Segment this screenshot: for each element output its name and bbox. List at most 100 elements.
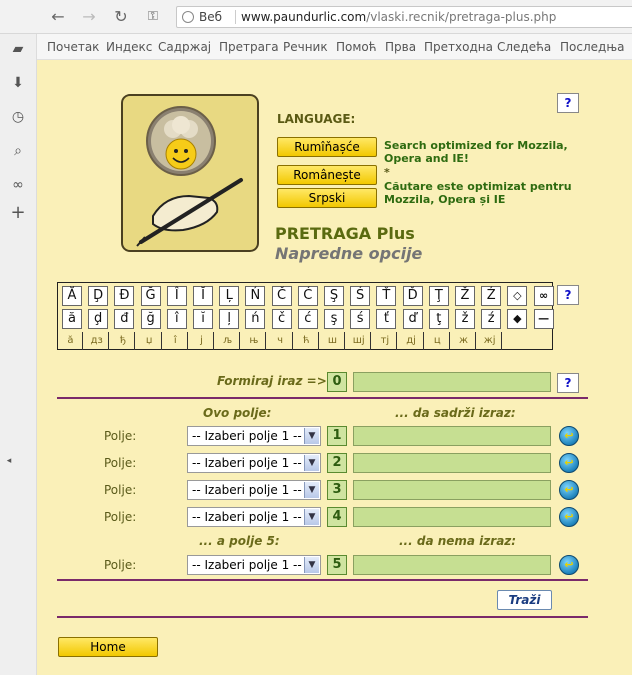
char-key-lower[interactable]: č [271,309,292,329]
char-key-lower[interactable]: ĭ [193,309,213,329]
char-key-lower[interactable]: ḑ [88,309,109,329]
number-badge-0: 0 [327,372,347,392]
char-key-upper[interactable]: Ć [297,286,318,306]
search-icon[interactable]: ⌕ [9,142,27,160]
cyrillic-equivalent: ш [321,332,345,350]
menu-item-recnik[interactable]: Речник [283,40,328,54]
help-button[interactable]: ? [557,93,579,113]
cyrillic-equivalent: ă [59,332,83,350]
char-key-lower[interactable]: ş [324,309,344,329]
field-select-1[interactable]: -- Izaberi polje 1 -- ▼ [187,426,321,446]
notes-icon[interactable]: ▰ [9,40,27,58]
field-select-4[interactable]: -- Izaberi polje 1 -- ▼ [187,507,321,527]
char-key-upper[interactable]: Ź [481,286,502,306]
expression-field-3[interactable] [353,480,551,500]
lang-button-romanian[interactable]: Românește [277,165,377,185]
download-icon[interactable]: ⬇ [9,74,27,92]
char-key-lower[interactable]: ţ [428,309,449,329]
collapse-arrow-icon[interactable]: ◂ [0,452,18,470]
char-key-upper[interactable]: Ĭ [193,286,213,306]
chevron-down-icon[interactable]: ▼ [304,557,319,573]
insert-arrow-icon[interactable]: ↩ [559,426,579,446]
menu-item-sledeca[interactable]: Следећа [497,40,551,54]
divider [57,616,588,618]
expression-help-button[interactable]: ? [557,373,579,393]
char-key-upper[interactable]: Ă [62,286,82,306]
char-key-upper[interactable]: Ţ [428,286,449,306]
char-key-upper[interactable]: Ď [402,286,423,306]
char-key-lower[interactable]: ś [350,309,371,329]
chevron-down-icon[interactable]: ▼ [304,455,319,471]
address-bar[interactable]: Веб www.paundurlic.com/vlaski.recnik/pre… [176,6,632,28]
field-label: Polje: [104,510,137,524]
menu-item-indeks[interactable]: Индекс [106,40,152,54]
char-key-lower[interactable]: ź [481,309,502,329]
expression-field-1[interactable] [353,426,551,446]
menu-item-pocetak[interactable]: Почетак [47,40,99,54]
char-key-upper[interactable]: Ž [455,286,475,306]
char-key-upper[interactable]: Ť [376,286,397,306]
expression-field-4[interactable] [353,507,551,527]
char-key-lower[interactable]: ă [62,309,82,329]
lang-button-serbian[interactable]: Srpski [277,188,377,208]
insert-arrow-icon[interactable]: ↩ [559,453,579,473]
char-key-lower[interactable]: ť [376,309,397,329]
cyrillic-equivalent: шj [347,332,372,350]
keyboard-help-button[interactable]: ? [557,285,579,305]
char-key-upper[interactable]: Ş [324,286,344,306]
key-icon[interactable]: ⚿ [143,7,163,27]
char-key-lower[interactable]: đ [114,309,135,329]
char-key-lower[interactable]: ğ [140,309,161,329]
field-select-2[interactable]: -- Izaberi polje 1 -- ▼ [187,453,321,473]
char-key-upper[interactable]: Î [166,286,187,306]
char-key-upper[interactable]: Ļ [219,286,240,306]
char-key-lower[interactable]: î [166,309,187,329]
char-key-lower[interactable]: ć [297,309,318,329]
char-key-upper[interactable]: ∞ [533,286,554,306]
insert-arrow-icon[interactable]: ↩ [559,507,579,527]
number-badge-4: 4 [327,507,347,527]
url-text: www.paundurlic.com/vlaski.recnik/pretrag… [241,7,556,27]
chevron-down-icon[interactable]: ▼ [304,509,319,525]
forward-icon[interactable]: → [79,7,99,27]
char-key-upper[interactable]: Đ [114,286,135,306]
chevron-down-icon[interactable]: ▼ [304,428,319,444]
home-button[interactable]: Home [58,637,158,657]
field-select-5[interactable]: -- Izaberi polje 1 -- ▼ [187,555,321,575]
menu-item-prva[interactable]: Прва [385,40,416,54]
insert-arrow-icon[interactable]: ↩ [559,555,579,575]
char-key-lower[interactable]: ď [402,309,423,329]
char-key-upper[interactable]: Ğ [140,286,161,306]
chevron-down-icon[interactable]: ▼ [304,482,319,498]
char-key-lower[interactable]: — [533,309,554,329]
insert-arrow-icon[interactable]: ↩ [559,480,579,500]
char-key-lower[interactable]: ń [245,309,266,329]
menu-item-poslednja[interactable]: Последња [560,40,624,54]
number-badge-3: 3 [327,480,347,500]
cyrillic-equivalent: љ [216,332,241,350]
expression-field-0[interactable] [353,372,551,392]
char-key-upper[interactable]: Ś [350,286,371,306]
expression-field-2[interactable] [353,453,551,473]
search-button[interactable]: Traži [497,590,552,610]
char-key-upper[interactable]: Č [271,286,292,306]
char-key-lower[interactable]: ļ [219,309,240,329]
lang-button-vlach[interactable]: Rumîňașće [277,137,377,157]
menu-item-prethodna[interactable]: Претходна [424,40,493,54]
add-icon[interactable]: + [9,204,27,222]
menu-item-pretraga[interactable]: Претрага [219,40,279,54]
char-key-upper[interactable]: Ḑ [88,286,109,306]
field-select-3[interactable]: -- Izaberi polje 1 -- ▼ [187,480,321,500]
expression-field-5[interactable] [353,555,551,575]
char-key-upper[interactable]: Ń [245,286,266,306]
char-key-upper[interactable]: ◇ [507,286,528,306]
menu-item-sadrzaj[interactable]: Садржај [158,40,211,54]
char-key-lower[interactable]: ◆ [507,309,528,329]
back-icon[interactable]: ← [48,7,68,27]
address-separator [235,10,236,24]
history-icon[interactable]: ◷ [9,108,27,126]
menu-item-pomoc[interactable]: Помоћ [336,40,377,54]
reload-icon[interactable]: ↻ [111,7,131,27]
char-key-lower[interactable]: ž [455,309,475,329]
link-icon[interactable]: ∞ [9,176,27,194]
